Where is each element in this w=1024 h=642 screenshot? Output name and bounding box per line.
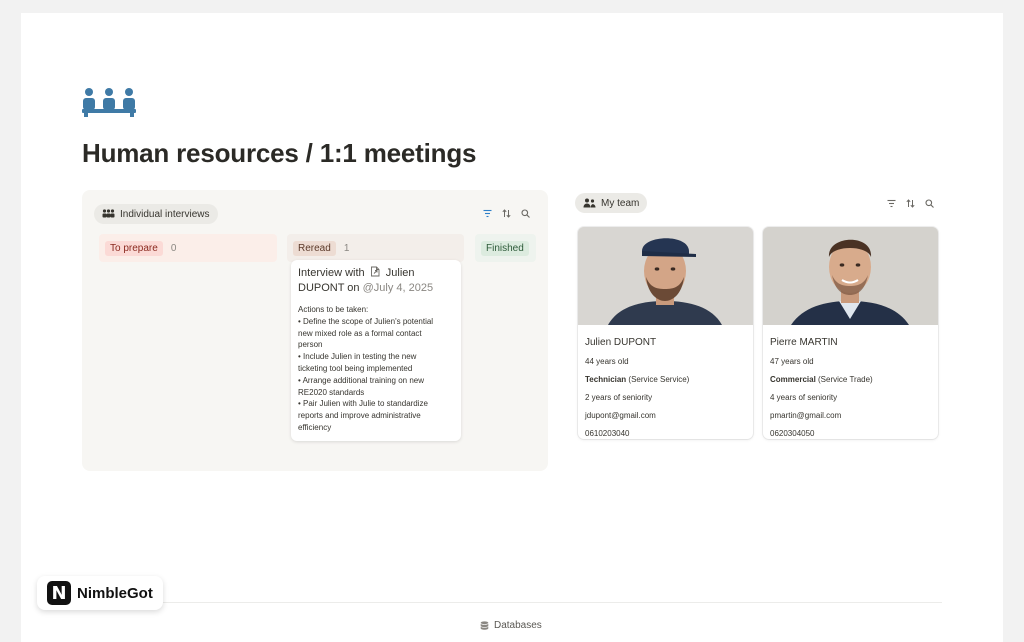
filter-icon[interactable]: [483, 209, 492, 218]
person-role: Commercial (Service Trade): [770, 375, 931, 384]
card-date: @July 4, 2025: [362, 282, 434, 294]
person-name: Julien DUPONT: [585, 337, 657, 348]
people-icon: [583, 198, 596, 208]
tab-my-team[interactable]: My team: [575, 193, 648, 213]
person-card[interactable]: Pierre MARTIN 47 years old Commercial (S…: [763, 227, 938, 439]
page-link-icon: [370, 266, 380, 277]
tab-individual-interviews[interactable]: Individual interviews: [94, 204, 218, 224]
filter-icon[interactable]: [887, 199, 896, 208]
section-divider: [82, 602, 942, 603]
action-line: • Pair Julien with Julie to standardize: [298, 399, 428, 409]
brand-logo: N NimbleGot: [37, 576, 163, 610]
person-phone[interactable]: 0620304050: [770, 429, 931, 438]
tab-label: Individual interviews: [120, 208, 210, 220]
column-reread[interactable]: Reread 1: [287, 234, 464, 262]
status-tag: Reread: [293, 240, 336, 256]
person-role: Technician (Service Service): [585, 375, 746, 384]
tab-label: My team: [601, 197, 640, 209]
action-line: • Include Julien in testing the new: [298, 352, 417, 362]
interview-card[interactable]: Interview with Julien DUPONT on @July 4,…: [291, 260, 461, 441]
action-line: efficiency: [298, 422, 332, 432]
brand-name: NimbleGot: [77, 584, 153, 602]
interviews-board: Individual interviews To prepare 0 Rerea…: [82, 190, 548, 471]
search-icon[interactable]: [521, 209, 530, 218]
role-label: Technician: [585, 375, 627, 384]
person-photo: [763, 227, 938, 325]
person-phone[interactable]: 0610203040: [585, 429, 746, 438]
sort-icon[interactable]: [502, 209, 511, 218]
column-count: 0: [170, 242, 177, 254]
status-tag: To prepare: [105, 240, 163, 256]
service-label: (Service Service): [626, 375, 690, 384]
person-seniority: 2 years of seniority: [585, 393, 653, 402]
person-age: 44 years old: [585, 357, 629, 366]
actions-heading: Actions to be taken:: [298, 305, 369, 314]
sort-icon[interactable]: [906, 199, 915, 208]
people-icon: [102, 209, 115, 218]
column-finished[interactable]: Finished: [475, 234, 536, 262]
page-title: Human resources / 1:1 meetings: [82, 138, 477, 168]
databases-link[interactable]: Databases: [480, 620, 542, 631]
brand-mark: N: [47, 581, 71, 605]
service-label: (Service Trade): [815, 375, 873, 384]
person-email[interactable]: pmartin@gmail.com: [770, 411, 931, 420]
person-age: 47 years old: [770, 357, 814, 366]
action-line: • Arrange additional training on new: [298, 375, 424, 385]
role-label: Commercial: [770, 375, 816, 384]
databases-label: Databases: [494, 620, 542, 631]
column-to-prepare[interactable]: To prepare 0: [99, 234, 277, 262]
action-line: reports and improve administrative: [298, 411, 421, 421]
status-tag: Finished: [481, 240, 529, 256]
action-line: ticketing tool being implemented: [298, 363, 413, 373]
search-icon[interactable]: [925, 199, 934, 208]
database-icon: [480, 621, 489, 630]
action-line: RE2020 standards: [298, 387, 365, 397]
action-line: • Define the scope of Julien's potential: [298, 316, 434, 326]
team-meeting-icon: [82, 88, 136, 117]
person-card[interactable]: Julien DUPONT 44 years old Technician (S…: [578, 227, 753, 439]
person-email[interactable]: jdupont@gmail.com: [585, 411, 746, 420]
card-body: Actions to be taken: • Define the scope …: [298, 304, 454, 434]
person-seniority: 4 years of seniority: [770, 393, 838, 402]
person-photo: [578, 227, 753, 325]
action-line: new mixed role as a formal contact: [298, 328, 422, 338]
person-name: Pierre MARTIN: [770, 337, 838, 348]
card-title: Interview with Julien DUPONT on @July 4,…: [298, 266, 454, 296]
page: Human resources / 1:1 meetings Individua…: [21, 13, 1003, 642]
column-count: 1: [343, 242, 350, 254]
action-line: person: [298, 340, 323, 350]
card-title-prefix: Interview with: [298, 267, 365, 279]
